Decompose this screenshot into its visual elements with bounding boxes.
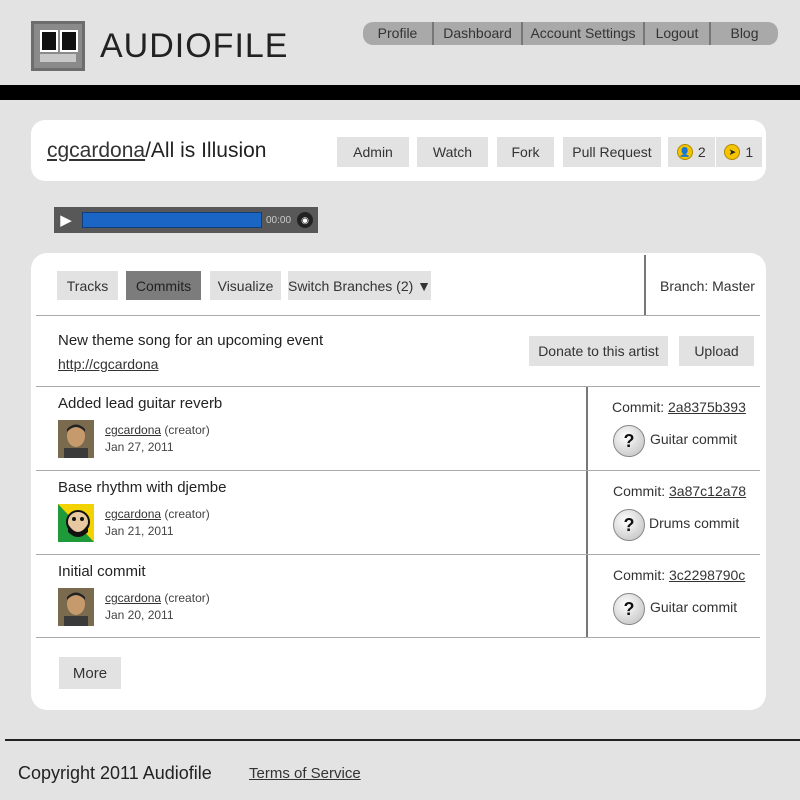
progress-bar[interactable] [82, 212, 262, 228]
commit-id: Commit: 3a87c12a78 [613, 483, 746, 499]
commit-hash-link[interactable]: 3c2298790c [669, 567, 745, 583]
tab-visualize[interactable]: Visualize [210, 271, 281, 300]
terms-link[interactable]: Terms of Service [249, 765, 361, 782]
commit-divider [586, 471, 588, 554]
branch-label: Branch: Master [660, 278, 755, 294]
commit-date: Jan 20, 2011 [105, 608, 174, 622]
watch-button[interactable]: Watch [417, 137, 488, 167]
play-icon[interactable]: ▶ [54, 208, 78, 232]
divider [36, 315, 760, 316]
commit-kind: Drums commit [649, 515, 740, 531]
commit-label: Commit: [613, 483, 666, 499]
brand-name: AUDIOFILE [100, 27, 289, 65]
author-link[interactable]: cgcardona [105, 507, 161, 521]
cursor-icon: ➤ [724, 144, 741, 160]
divider [36, 554, 760, 555]
nav-blog[interactable]: Blog [711, 22, 778, 45]
logo-right-square [60, 30, 78, 52]
rss-icon[interactable]: ◉ [297, 212, 314, 228]
logo-bar [40, 54, 76, 62]
donate-button[interactable]: Donate to this artist [529, 336, 668, 366]
header-divider [0, 85, 800, 100]
author-link[interactable]: cgcardona [105, 423, 161, 437]
commit-date: Jan 21, 2011 [105, 524, 174, 538]
avatar[interactable] [58, 420, 94, 458]
tab-tracks[interactable]: Tracks [57, 271, 118, 300]
divider [36, 386, 760, 387]
commit-meta: cgcardona (creator) Jan 21, 2011 [105, 506, 210, 540]
question-icon[interactable]: ? [613, 509, 645, 541]
commit-meta: cgcardona (creator) Jan 20, 2011 [105, 590, 210, 624]
author-role: (creator) [164, 507, 210, 521]
footer-divider [5, 739, 800, 741]
more-button[interactable]: More [59, 657, 121, 689]
commit-kind: Guitar commit [650, 431, 738, 447]
commit-label: Commit: [612, 399, 665, 415]
nav-profile[interactable]: Profile [363, 22, 434, 45]
author-role: (creator) [164, 423, 210, 437]
player-time: 00:00 [266, 214, 292, 226]
commit-meta: cgcardona (creator) Jan 27, 2011 [105, 422, 210, 456]
tab-commits[interactable]: Commits [126, 271, 201, 300]
nav-dashboard[interactable]: Dashboard [434, 22, 523, 45]
nav-logout[interactable]: Logout [645, 22, 711, 45]
commit-title: Added lead guitar reverb [58, 395, 223, 412]
avatar[interactable] [58, 588, 94, 626]
forks-count: 1 [745, 144, 754, 160]
divider [36, 470, 760, 471]
logo-left-square [40, 30, 58, 52]
author-role: (creator) [164, 591, 210, 605]
question-icon[interactable]: ? [613, 425, 645, 457]
question-icon[interactable]: ? [613, 593, 645, 625]
watchers-stat[interactable]: 👤 2 [668, 137, 715, 167]
forks-stat[interactable]: ➤ 1 [714, 137, 763, 167]
divider [36, 637, 760, 638]
commit-kind: Guitar commit [650, 599, 738, 615]
avatar[interactable] [58, 504, 94, 542]
tabs-divider [644, 255, 646, 315]
copyright: Copyright 2011 Audiofile [18, 763, 212, 783]
admin-button[interactable]: Admin [337, 137, 409, 167]
repo-title: cgcardona/All is Illusion [47, 139, 266, 163]
switch-branches-dropdown[interactable]: Switch Branches (2) ▼ [288, 271, 431, 300]
audio-player: ▶ 00:00 ◉ [54, 207, 318, 233]
commit-divider [586, 555, 588, 637]
description-text: New theme song for an upcoming event [58, 332, 324, 349]
commit-hash-link[interactable]: 3a87c12a78 [669, 483, 746, 499]
user-icon: 👤 [676, 144, 693, 160]
commit-date: Jan 27, 2011 [105, 440, 174, 454]
commit-id: Commit: 2a8375b393 [612, 399, 746, 415]
commit-hash-link[interactable]: 2a8375b393 [668, 399, 746, 415]
upload-button[interactable]: Upload [679, 336, 754, 366]
pull-request-button[interactable]: Pull Request [563, 137, 661, 167]
commit-label: Commit: [613, 567, 666, 583]
description-link[interactable]: http://cgcardona [58, 356, 158, 372]
repo-owner-link[interactable]: cgcardona [47, 139, 145, 162]
repo-name: All is Illusion [150, 139, 267, 162]
repo-stats: 👤 2 ➤ 1 [668, 137, 762, 167]
logo-icon[interactable] [31, 21, 85, 71]
top-nav: Profile Dashboard Account Settings Logou… [363, 22, 778, 45]
fork-button[interactable]: Fork [497, 137, 554, 167]
commit-title: Initial commit [58, 563, 146, 580]
watchers-count: 2 [697, 144, 706, 160]
commit-title: Base rhythm with djembe [58, 479, 227, 496]
author-link[interactable]: cgcardona [105, 591, 161, 605]
commit-id: Commit: 3c2298790c [613, 567, 745, 583]
commit-divider [586, 387, 588, 470]
nav-account-settings[interactable]: Account Settings [523, 22, 645, 45]
